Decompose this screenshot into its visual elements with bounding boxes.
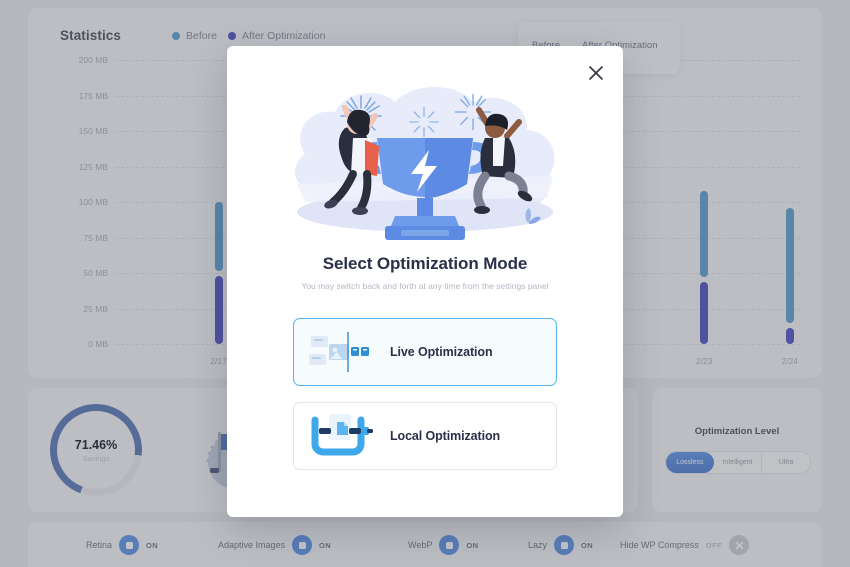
- donut-labels: 71.46% Savings: [50, 404, 142, 496]
- clamp-icon: [294, 410, 390, 462]
- hero-illustration-svg: [294, 87, 555, 240]
- savings-value: 71.46%: [74, 437, 118, 452]
- mode-option-live-optimization[interactable]: Live Optimization: [293, 318, 557, 386]
- trophy-celebration-illustration: [261, 80, 589, 250]
- mode-option-label: Live Optimization: [390, 345, 493, 359]
- close-glyph: [589, 66, 603, 80]
- mode-option-label: Local Optimization: [390, 429, 501, 443]
- live-optimization-icon: [294, 330, 390, 374]
- optimization-mode-modal: Select Optimization Mode You may switch …: [227, 46, 623, 517]
- clamp-glyph: [311, 414, 373, 456]
- live-optimization-glyph: [309, 332, 369, 372]
- savings-donut-chart: 71.46% Savings: [50, 404, 142, 496]
- modal-subtitle: You may switch back and forth at any tim…: [301, 281, 549, 291]
- modal-title: Select Optimization Mode: [322, 254, 528, 273]
- savings-caption: Savings: [82, 453, 110, 463]
- mode-option-local-optimization[interactable]: Local Optimization: [293, 402, 557, 470]
